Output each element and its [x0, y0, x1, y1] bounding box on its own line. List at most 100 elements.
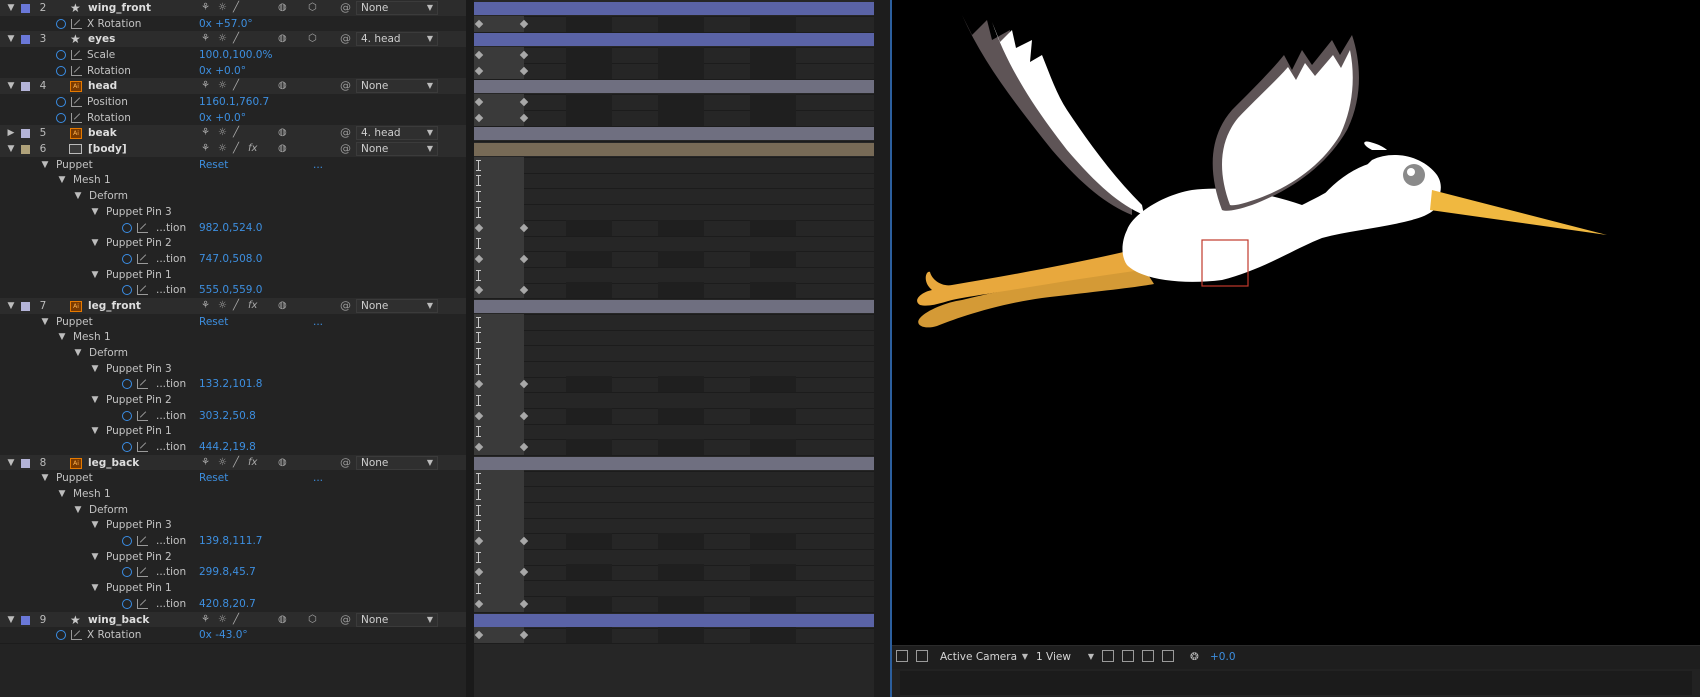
label-color-swatch[interactable]: [21, 4, 30, 13]
motion-blur-switch-icon[interactable]: ◍: [278, 612, 287, 628]
label-color-swatch[interactable]: [21, 82, 30, 92]
twirl-arrow-icon[interactable]: ▼: [6, 455, 16, 471]
graph-editor-icon[interactable]: [137, 410, 148, 421]
twirl-arrow-icon[interactable]: ▼: [6, 31, 16, 47]
reset-link[interactable]: Reset: [199, 314, 228, 330]
3d-layer-switch-icon[interactable]: ⬡: [308, 0, 317, 16]
twirl-arrow-icon[interactable]: ▼: [90, 361, 100, 377]
graph-editor-icon[interactable]: [137, 285, 148, 296]
quality-switch-icon[interactable]: ╱: [233, 78, 239, 94]
twirl-arrow-icon[interactable]: ▼: [90, 235, 100, 251]
pick-whip-icon[interactable]: @: [340, 141, 351, 157]
twirl-arrow-icon[interactable]: ▼: [40, 314, 50, 330]
stopwatch-icon[interactable]: [56, 65, 66, 76]
fast-preview-icon[interactable]: [1122, 650, 1134, 662]
shy-switch-icon[interactable]: ⚘: [201, 298, 210, 314]
quality-switch-icon[interactable]: ╱: [233, 125, 239, 141]
collapse-switch-icon[interactable]: ☼: [218, 455, 227, 471]
layer-duration-bar[interactable]: [474, 613, 874, 627]
view-layout-dropdown[interactable]: 1 View ▼: [1032, 650, 1094, 664]
collapse-switch-icon[interactable]: ☼: [218, 0, 227, 16]
layer-duration-bar[interactable]: [474, 456, 874, 470]
shy-switch-icon[interactable]: ⚘: [201, 0, 210, 16]
exposure-value[interactable]: +0.0: [1210, 650, 1236, 664]
graph-editor-icon[interactable]: [71, 65, 82, 76]
stopwatch-icon[interactable]: [56, 630, 66, 641]
label-color-swatch[interactable]: [21, 458, 30, 468]
property-value[interactable]: 420.8,20.7: [199, 596, 256, 612]
pick-whip-icon[interactable]: @: [340, 0, 351, 16]
parent-dropdown[interactable]: 4. head ▼: [356, 126, 438, 141]
flowchart-icon[interactable]: [1162, 650, 1174, 662]
effects-switch-icon[interactable]: fx: [248, 141, 257, 157]
layer-duration-bar[interactable]: [474, 80, 874, 94]
pick-whip-icon[interactable]: @: [340, 31, 351, 47]
property-value[interactable]: 555.0,559.0: [199, 282, 262, 298]
timeline-graph-area[interactable]: [474, 0, 874, 697]
layer-duration-bar[interactable]: [474, 127, 874, 141]
reset-exposure-icon[interactable]: ❂: [1190, 650, 1199, 664]
pick-whip-icon[interactable]: @: [340, 612, 351, 628]
twirl-arrow-icon[interactable]: ▼: [90, 423, 100, 439]
graph-editor-icon[interactable]: [137, 379, 148, 390]
label-color-swatch[interactable]: [21, 301, 30, 311]
property-value[interactable]: 444.2,19.8: [199, 439, 256, 455]
property-value[interactable]: 303.2,50.8: [199, 408, 256, 424]
graph-editor-icon[interactable]: [71, 18, 82, 29]
options-link[interactable]: ...: [313, 314, 323, 330]
property-value[interactable]: 1160.1,760.7: [199, 94, 269, 110]
quality-switch-icon[interactable]: ╱: [233, 0, 239, 16]
parent-dropdown[interactable]: 4. head ▼: [356, 32, 438, 47]
twirl-arrow-icon[interactable]: ▼: [90, 549, 100, 565]
layer-name[interactable]: eyes: [88, 31, 115, 47]
twirl-arrow-icon[interactable]: ▼: [6, 0, 16, 16]
graph-editor-icon[interactable]: [71, 50, 82, 61]
quality-switch-icon[interactable]: ╱: [233, 455, 239, 471]
layer-name[interactable]: wing_back: [88, 612, 149, 628]
transparency-grid-icon[interactable]: [916, 650, 928, 662]
layer-duration-bar[interactable]: [474, 299, 874, 313]
options-link[interactable]: ...: [313, 470, 323, 486]
twirl-arrow-icon[interactable]: ▼: [90, 267, 100, 283]
collapse-switch-icon[interactable]: ☼: [218, 78, 227, 94]
timeline-scrollbar[interactable]: [874, 0, 890, 697]
stopwatch-icon[interactable]: [122, 442, 132, 453]
property-value[interactable]: 299.8,45.7: [199, 564, 256, 580]
twirl-arrow-icon[interactable]: ▼: [57, 329, 67, 345]
graph-editor-icon[interactable]: [137, 222, 148, 233]
twirl-arrow-icon[interactable]: ▼: [57, 486, 67, 502]
twirl-arrow-icon[interactable]: ▼: [90, 204, 100, 220]
collapse-switch-icon[interactable]: ☼: [218, 612, 227, 628]
parent-dropdown[interactable]: None ▼: [356, 298, 438, 313]
quality-switch-icon[interactable]: ╱: [233, 141, 239, 157]
stopwatch-icon[interactable]: [122, 285, 132, 296]
pick-whip-icon[interactable]: @: [340, 78, 351, 94]
twirl-arrow-icon[interactable]: ▼: [73, 188, 83, 204]
pick-whip-icon[interactable]: @: [340, 298, 351, 314]
quality-switch-icon[interactable]: ╱: [233, 31, 239, 47]
collapse-switch-icon[interactable]: ☼: [218, 298, 227, 314]
stopwatch-icon[interactable]: [122, 379, 132, 390]
layer-name[interactable]: beak: [88, 125, 117, 141]
property-value[interactable]: 133.2,101.8: [199, 376, 262, 392]
twirl-arrow-icon[interactable]: ▼: [6, 141, 16, 157]
layer-name[interactable]: wing_front: [88, 0, 151, 16]
shy-switch-icon[interactable]: ⚘: [201, 612, 210, 628]
twirl-arrow-icon[interactable]: ▼: [73, 345, 83, 361]
layer-name[interactable]: leg_front: [88, 298, 141, 314]
label-color-swatch[interactable]: [21, 129, 30, 139]
label-color-swatch[interactable]: [21, 35, 30, 45]
parent-dropdown[interactable]: None ▼: [356, 142, 438, 157]
stopwatch-icon[interactable]: [122, 253, 132, 264]
layer-name[interactable]: head: [88, 78, 117, 94]
twirl-arrow-icon[interactable]: ▼: [6, 612, 16, 628]
graph-editor-icon[interactable]: [137, 598, 148, 609]
shy-switch-icon[interactable]: ⚘: [201, 455, 210, 471]
graph-editor-icon[interactable]: [137, 536, 148, 547]
twirl-arrow-icon[interactable]: ▼: [57, 172, 67, 188]
stopwatch-icon[interactable]: [56, 18, 66, 29]
reset-link[interactable]: Reset: [199, 157, 228, 173]
property-value[interactable]: 982.0,524.0: [199, 220, 262, 236]
motion-blur-switch-icon[interactable]: ◍: [278, 125, 287, 141]
toggle-pixel-aspect-icon[interactable]: [1102, 650, 1114, 662]
